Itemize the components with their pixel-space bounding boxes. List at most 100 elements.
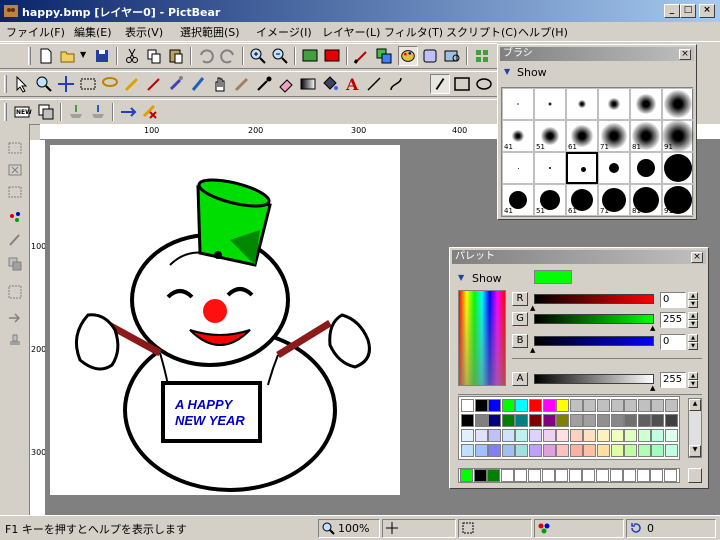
brush-show-chevron-icon[interactable]: ▼ bbox=[504, 67, 510, 76]
brush-preset[interactable] bbox=[534, 152, 566, 184]
channel-thumb-a[interactable]: ▲ bbox=[650, 384, 655, 392]
menu-filter[interactable]: フィルタ(T) bbox=[384, 24, 443, 40]
duplicate-layer-icon[interactable] bbox=[36, 102, 56, 122]
brush-panel-close[interactable]: × bbox=[679, 49, 691, 60]
layer-move-icon[interactable] bbox=[118, 102, 138, 122]
airbrush-icon[interactable] bbox=[166, 74, 186, 94]
channel-spinner-r[interactable]: ▲ ▼ bbox=[688, 292, 698, 308]
view-image-icon[interactable] bbox=[300, 46, 320, 66]
palette-swatch[interactable] bbox=[583, 399, 597, 412]
layer-stack-icon[interactable] bbox=[7, 256, 23, 272]
stamp-icon[interactable] bbox=[7, 332, 23, 348]
palette-swatch[interactable] bbox=[542, 414, 556, 427]
recent-color-swatch[interactable] bbox=[596, 469, 609, 482]
palette-swatch[interactable] bbox=[569, 399, 583, 412]
palette-swatch[interactable] bbox=[556, 429, 570, 442]
palette-swatch[interactable] bbox=[610, 444, 624, 457]
palette-swatch[interactable] bbox=[637, 444, 651, 457]
curve-tool-icon[interactable] bbox=[386, 74, 406, 94]
grid-tool-icon[interactable] bbox=[472, 46, 492, 66]
palette-swatch[interactable] bbox=[501, 444, 515, 457]
brush-preset[interactable]: 61 bbox=[566, 184, 598, 216]
palette-swatch[interactable] bbox=[610, 399, 624, 412]
palette-swatch[interactable] bbox=[488, 429, 502, 442]
palette-swatch[interactable] bbox=[542, 444, 556, 457]
channel-slider-g[interactable] bbox=[534, 314, 654, 324]
brush-preset[interactable]: 91 bbox=[662, 184, 694, 216]
palette-swatch[interactable] bbox=[556, 399, 570, 412]
brush-preset[interactable] bbox=[534, 88, 566, 120]
eraser-icon[interactable] bbox=[276, 74, 296, 94]
palette-swatch[interactable] bbox=[556, 444, 570, 457]
palette-show-chevron-icon[interactable]: ▼ bbox=[458, 273, 464, 282]
brush-preset[interactable] bbox=[662, 88, 694, 120]
spin-up[interactable]: ▲ bbox=[688, 312, 698, 320]
spin-down[interactable]: ▼ bbox=[688, 300, 698, 308]
recent-color-swatch[interactable] bbox=[514, 469, 528, 482]
palette-swatch[interactable] bbox=[569, 414, 583, 427]
recent-color-swatch[interactable] bbox=[487, 469, 501, 482]
menu-script[interactable]: スクリプト(C) bbox=[446, 24, 517, 40]
current-color-swatch[interactable] bbox=[534, 270, 572, 284]
menu-help[interactable]: ヘルプ(H) bbox=[518, 24, 568, 40]
channel-value-a[interactable]: 255 bbox=[660, 372, 686, 388]
palette-swatch[interactable] bbox=[515, 444, 529, 457]
palette-swatch[interactable] bbox=[583, 429, 597, 442]
brush-panel-titlebar[interactable]: ブラシ × bbox=[500, 47, 694, 61]
tools-grip[interactable] bbox=[4, 75, 7, 93]
channel-thumb-r[interactable]: ▲ bbox=[530, 304, 535, 312]
palette-panel-titlebar[interactable]: パレット × bbox=[452, 250, 706, 264]
menu-file[interactable]: ファイル(F) bbox=[6, 24, 65, 40]
palette-swatch[interactable] bbox=[665, 429, 678, 442]
brush-tool-icon[interactable] bbox=[352, 46, 372, 66]
mask-rect-icon[interactable] bbox=[7, 140, 23, 156]
palette-swatch[interactable] bbox=[651, 414, 665, 427]
palette-scroll-up[interactable]: ▲ bbox=[689, 399, 701, 411]
brush-preset[interactable] bbox=[502, 88, 534, 120]
palette-panel-close[interactable]: × bbox=[691, 252, 703, 263]
brush-preset[interactable]: 91 bbox=[662, 120, 694, 152]
palette-swatch[interactable] bbox=[583, 444, 597, 457]
palette-swatch[interactable] bbox=[597, 444, 610, 457]
gradient-icon[interactable] bbox=[298, 74, 318, 94]
open-dropdown-icon[interactable]: ▼ bbox=[80, 50, 86, 59]
image-canvas[interactable]: A HAPPY NEW YEAR bbox=[50, 145, 400, 495]
brush-preset[interactable]: 61 bbox=[566, 120, 598, 152]
palette-swatch[interactable] bbox=[637, 399, 651, 412]
channel-slider-r[interactable] bbox=[534, 294, 654, 304]
palette-swatch[interactable] bbox=[624, 444, 638, 457]
smudge-icon[interactable] bbox=[232, 74, 252, 94]
spin-down[interactable]: ▼ bbox=[688, 380, 698, 388]
merge-visible-icon[interactable] bbox=[88, 102, 108, 122]
menu-view[interactable]: 表示(V) bbox=[125, 24, 163, 40]
recent-color-swatch[interactable] bbox=[555, 469, 569, 482]
pictbear-app-icon[interactable] bbox=[3, 3, 19, 19]
minimize-button[interactable]: _ bbox=[664, 4, 680, 18]
close-button[interactable]: × bbox=[699, 4, 715, 18]
rectangle-tool-icon[interactable] bbox=[452, 74, 472, 94]
color-swap-icon[interactable] bbox=[7, 210, 23, 226]
palette-swatch[interactable] bbox=[665, 444, 678, 457]
palette-swatch[interactable] bbox=[488, 399, 502, 412]
delete-layer-icon[interactable] bbox=[140, 102, 160, 122]
palette-swatch[interactable] bbox=[569, 444, 583, 457]
palette-swatch[interactable] bbox=[583, 414, 597, 427]
channel-slider-b[interactable] bbox=[534, 336, 654, 346]
palette-swatch[interactable] bbox=[461, 429, 474, 442]
layer-grip[interactable] bbox=[4, 103, 7, 121]
channel-spinner-b[interactable]: ▲ ▼ bbox=[688, 334, 698, 350]
palette-swatch[interactable] bbox=[556, 414, 570, 427]
brush-preset[interactable]: 81 bbox=[630, 120, 662, 152]
undo-icon[interactable] bbox=[196, 46, 216, 66]
palette-swatch[interactable] bbox=[529, 399, 542, 412]
palette-swatch[interactable] bbox=[474, 414, 488, 427]
recent-color-swatch[interactable] bbox=[664, 469, 677, 482]
lasso-icon[interactable] bbox=[100, 74, 120, 94]
eyedropper-icon[interactable] bbox=[254, 74, 274, 94]
brush-preset[interactable]: 51 bbox=[534, 184, 566, 216]
palette-swatch[interactable] bbox=[597, 414, 610, 427]
selection-frame-icon[interactable] bbox=[7, 284, 23, 300]
palette-swatch[interactable] bbox=[610, 414, 624, 427]
recent-colors-button[interactable] bbox=[688, 468, 702, 483]
recent-color-swatch[interactable] bbox=[650, 469, 664, 482]
